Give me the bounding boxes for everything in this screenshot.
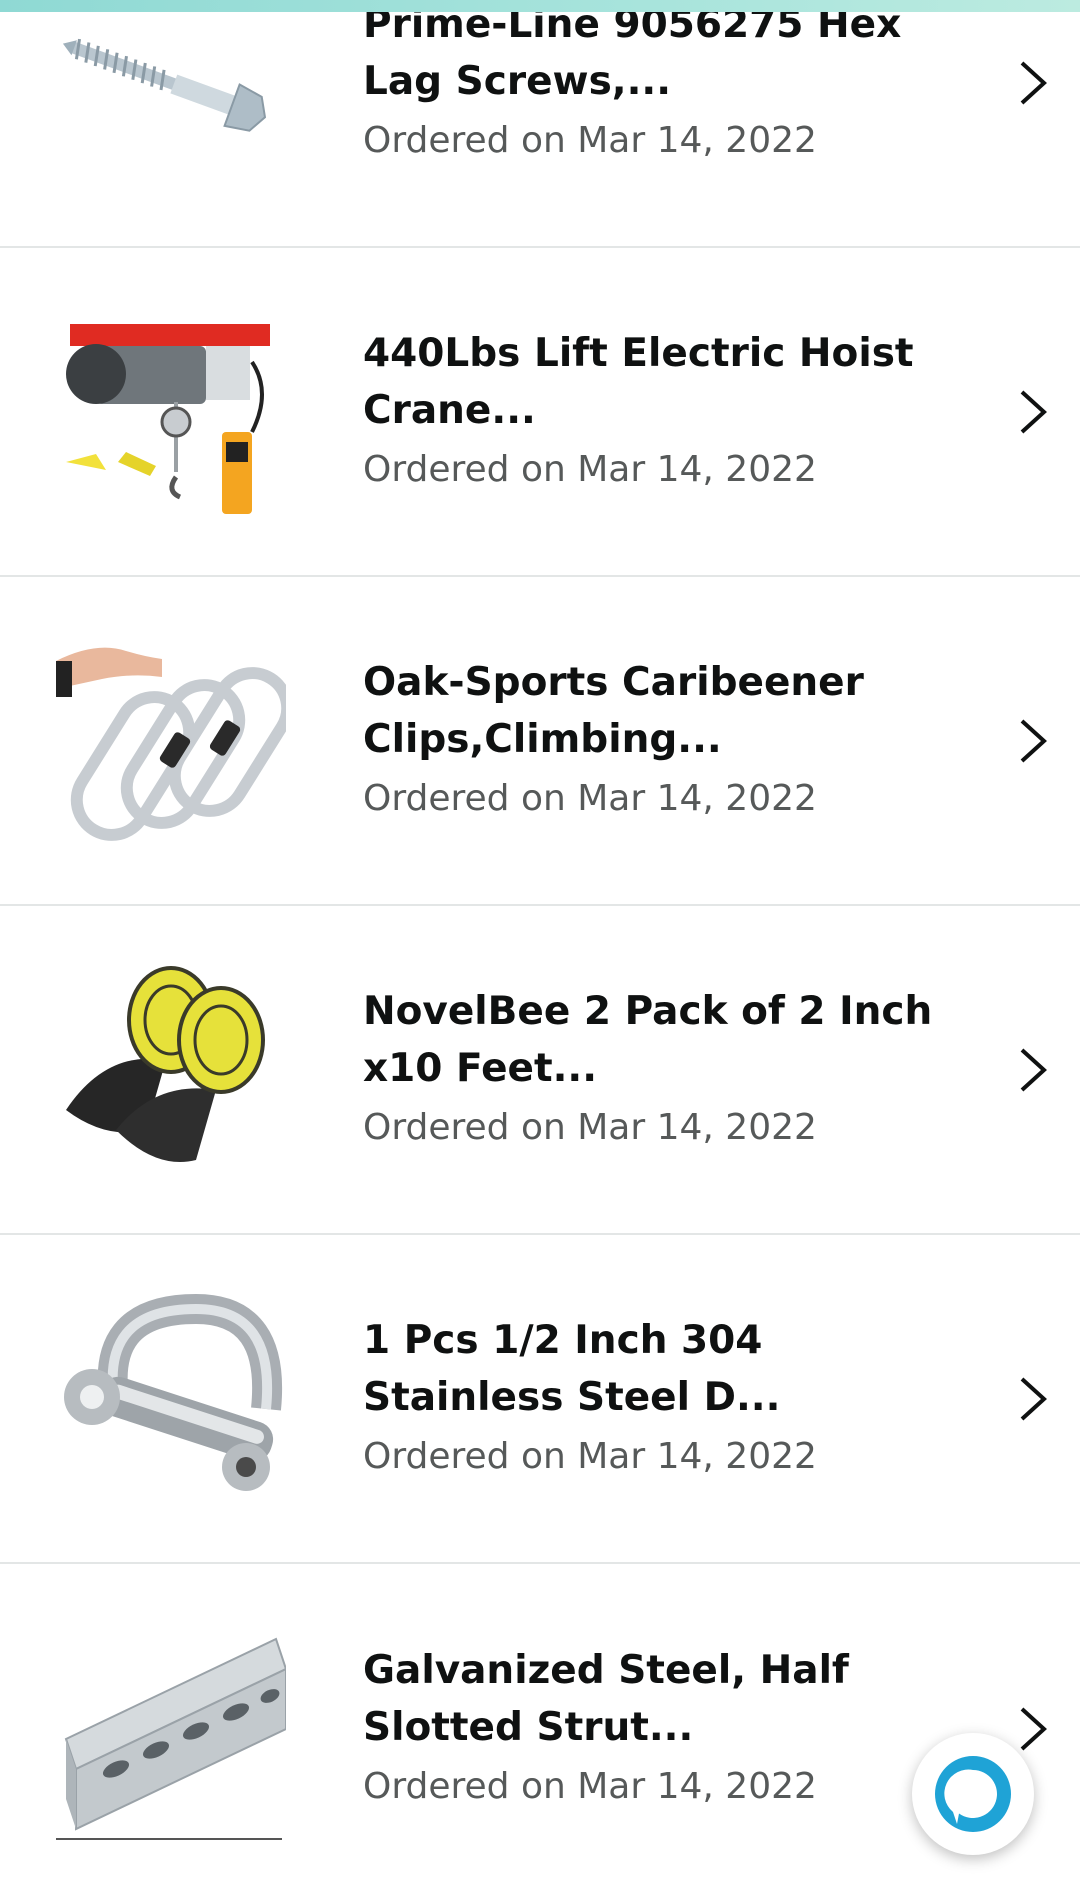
order-date: Ordered on Mar 14, 2022 (363, 119, 817, 161)
order-title: Prime-Line 9056275 Hex Lag Screws,... (363, 1, 902, 104)
order-item[interactable]: 1 Pcs 1/2 Inch 304 Stainless Steel D... … (0, 1235, 1080, 1564)
tow-straps-image (56, 960, 286, 1180)
order-info: Galvanized Steel, Half Slotted Strut... … (363, 1642, 963, 1816)
order-info: NovelBee 2 Pack of 2 Inch x10 Feet... Or… (363, 983, 963, 1157)
order-info: 1 Pcs 1/2 Inch 304 Stainless Steel D... … (363, 1312, 963, 1486)
d-ring-shackle-image (56, 1289, 286, 1509)
order-date: Ordered on Mar 14, 2022 (363, 448, 817, 490)
chevron-right-icon (1012, 715, 1052, 767)
order-date: Ordered on Mar 14, 2022 (363, 1435, 817, 1477)
order-title: Oak-Sports Caribeener Clips,Climbing... (363, 659, 864, 762)
order-info: Prime-Line 9056275 Hex Lag Screws,... Or… (363, 0, 963, 170)
order-title: Galvanized Steel, Half Slotted Strut... (363, 1647, 849, 1750)
order-date: Ordered on Mar 14, 2022 (363, 1106, 817, 1148)
chevron-right-icon (1012, 57, 1052, 109)
top-accent-bar (0, 0, 1080, 12)
chevron-right-icon (1012, 386, 1052, 438)
order-item[interactable]: Prime-Line 9056275 Hex Lag Screws,... Or… (0, 0, 1080, 248)
slotted-strut-image (56, 1619, 286, 1839)
carabiner-clips-image (56, 631, 286, 851)
order-item[interactable]: Oak-Sports Caribeener Clips,Climbing... … (0, 577, 1080, 906)
chevron-right-icon (1012, 1044, 1052, 1096)
order-item[interactable]: Galvanized Steel, Half Slotted Strut... … (0, 1564, 1080, 1893)
alexa-icon (935, 1756, 1011, 1832)
divider (56, 1838, 282, 1840)
order-title: NovelBee 2 Pack of 2 Inch x10 Feet... (363, 988, 933, 1091)
order-info: 440Lbs Lift Electric Hoist Crane... Orde… (363, 325, 963, 499)
order-date: Ordered on Mar 14, 2022 (363, 777, 817, 819)
order-date: Ordered on Mar 14, 2022 (363, 1765, 817, 1807)
order-info: Oak-Sports Caribeener Clips,Climbing... … (363, 654, 963, 828)
order-title: 1 Pcs 1/2 Inch 304 Stainless Steel D... (363, 1317, 781, 1420)
order-item[interactable]: 440Lbs Lift Electric Hoist Crane... Orde… (0, 248, 1080, 577)
order-item[interactable]: NovelBee 2 Pack of 2 Inch x10 Feet... Or… (0, 906, 1080, 1235)
electric-hoist-image (56, 302, 286, 522)
chevron-right-icon (1012, 1703, 1052, 1755)
hex-lag-screw-image (56, 0, 286, 193)
order-title: 440Lbs Lift Electric Hoist Crane... (363, 330, 914, 433)
chevron-right-icon (1012, 1373, 1052, 1425)
alexa-button[interactable] (912, 1733, 1034, 1855)
